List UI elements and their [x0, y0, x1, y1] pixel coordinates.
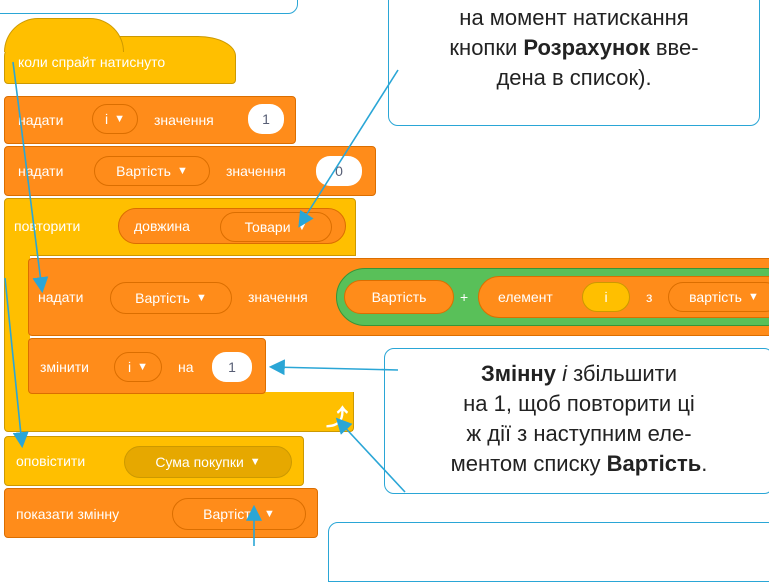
- repeat-label: повторити: [14, 218, 81, 234]
- index-reporter-i[interactable]: і: [582, 282, 630, 312]
- triangle-down-icon: ▼: [114, 113, 125, 125]
- message-text: Сума покупки: [155, 454, 244, 470]
- var-cost-text: Вартість: [116, 163, 171, 179]
- callout-tr-line2-pre: кнопки: [449, 35, 524, 60]
- set-cost-label: надати: [18, 163, 64, 179]
- triangle-down-icon: ▼: [747, 291, 759, 303]
- callout-tr-line1: на момент натискання: [459, 5, 689, 30]
- show-var-label: показати змінну: [16, 506, 120, 522]
- loop-arrow-icon: ⤴: [326, 405, 349, 430]
- plus-sign: +: [460, 289, 469, 305]
- list-dropdown-cost[interactable]: вартість ▼: [668, 282, 769, 312]
- triangle-down-icon: ▼: [296, 221, 308, 233]
- change-label: змінити: [40, 359, 89, 375]
- callout-mr-line4-bold: Вартість: [606, 451, 702, 476]
- index-i-text: і: [604, 289, 608, 305]
- callout-mr-line3: ж дії з наступним еле-: [466, 421, 692, 446]
- list-cost-text: вартість: [689, 289, 742, 305]
- triangle-down-icon: ▼: [176, 165, 188, 177]
- var-dropdown-cost-3[interactable]: Вартість ▼: [172, 498, 306, 530]
- var-cost-text-2: Вартість: [135, 290, 190, 306]
- triangle-down-icon: ▼: [263, 508, 275, 520]
- by-label: на: [178, 359, 194, 375]
- set-i-label: надати: [18, 112, 64, 128]
- change-value-input[interactable]: 1: [212, 352, 252, 382]
- item-label: елемент: [498, 289, 553, 305]
- repeat-bottom-arm: [4, 392, 354, 432]
- var-i-text: і: [104, 111, 109, 127]
- length-label: довжина: [134, 218, 190, 234]
- callout-mr-line2: на 1, щоб повторити ці: [463, 391, 695, 416]
- var-cost-text-3: Вартість: [203, 506, 258, 522]
- value-label: значення: [154, 112, 214, 128]
- inner-set-label: надати: [38, 289, 84, 305]
- callout-bottom-right-partial: [328, 522, 769, 582]
- hat-label: коли спрайт натиснуто: [18, 54, 166, 70]
- callout-mr-line4: ментом списку Вартість.: [385, 449, 769, 479]
- list-dropdown-goods[interactable]: Товари ▼: [220, 212, 332, 242]
- var-dropdown-cost[interactable]: Вартість ▼: [94, 156, 210, 186]
- of-label: з: [646, 289, 653, 305]
- callout-top-left-partial: [0, 0, 298, 14]
- value-input-0[interactable]: 0: [316, 156, 362, 186]
- value-input-1[interactable]: 1: [248, 104, 284, 134]
- value-label: значення: [226, 163, 286, 179]
- repeat-spine: [4, 254, 30, 394]
- callout-mr-line1-bold: Змінну: [480, 361, 556, 386]
- triangle-down-icon: ▼: [195, 292, 207, 304]
- inner-value-label: значення: [248, 289, 308, 305]
- callout-mr-line4-pre: ментом списку: [450, 451, 607, 476]
- callout-tr-line2-post: вве-: [649, 35, 699, 60]
- cost-reporter-text: Вартість: [371, 289, 427, 305]
- message-dropdown[interactable]: Сума покупки ▼: [124, 446, 292, 478]
- var-i-text-2: і: [127, 359, 132, 375]
- callout-tr-line2: кнопки Розрахунок вве-: [389, 33, 759, 63]
- triangle-down-icon: ▼: [137, 361, 148, 373]
- callout-tr-line3: дена в список).: [496, 65, 652, 90]
- var-dropdown-cost-2[interactable]: Вартість ▼: [110, 282, 232, 314]
- callout-middle-right: Змінну і збільшити на 1, щоб повторити ц…: [384, 348, 769, 494]
- cost-reporter[interactable]: Вартість: [344, 280, 454, 314]
- callout-mr-line4-post: .: [701, 451, 708, 476]
- var-dropdown-i[interactable]: і ▼: [92, 104, 138, 134]
- callout-top-right: на момент натискання кнопки Розрахунок в…: [388, 0, 760, 126]
- hat-bump: [4, 18, 124, 52]
- var-dropdown-i-2[interactable]: і ▼: [114, 352, 162, 382]
- arrow-to-change: [268, 359, 399, 376]
- broadcast-label: оповістити: [16, 453, 86, 469]
- callout-mr-line1: Змінну і збільшити: [385, 359, 769, 389]
- triangle-down-icon: ▼: [249, 456, 261, 468]
- callout-mr-line1-post: збільшити: [566, 361, 678, 386]
- list-goods-text: Товари: [244, 219, 291, 235]
- callout-tr-line2-bold: Розрахунок: [523, 35, 650, 60]
